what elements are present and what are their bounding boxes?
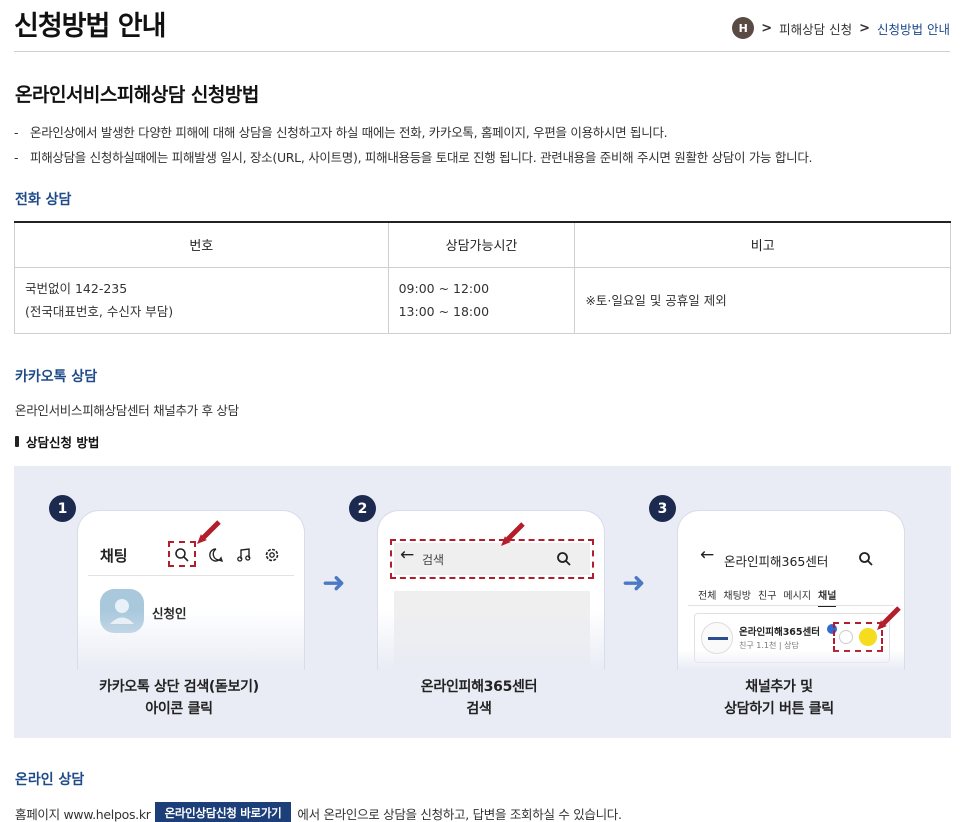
step-number: 2: [349, 495, 376, 522]
breadcrumb: H > 피해상담 신청 > 신청방법 안내: [732, 17, 950, 39]
caption-line: 검색: [466, 701, 492, 717]
section-title: 온라인서비스피해상담 신청방법: [15, 84, 259, 106]
kakao-steps-illustration: 1 채팅 신청인 카카오톡 상단 검색(돋보기) 아이콘 클릭 ➜ 2 ←: [14, 466, 951, 738]
phone-number-note: (전국대표번호, 수신자 부담): [25, 304, 174, 319]
tab-chatroom: 채팅방: [723, 591, 752, 602]
arrow-right-icon: ➜: [622, 566, 646, 599]
online-consult-button[interactable]: 온라인상담신청 바로가기: [154, 802, 292, 822]
phone-mockup: 채팅 신청인: [77, 510, 305, 670]
result-tabs: 전체 채팅방 친구 메시지 채널: [698, 587, 837, 607]
chevron-right-icon: >: [859, 20, 871, 36]
step-number: 3: [649, 495, 676, 522]
title-divider: [14, 51, 950, 52]
caption-line: 채널추가 및: [745, 679, 813, 695]
step-1: 1 채팅 신청인 카카오톡 상단 검색(돋보기) 아이콘 클릭: [49, 466, 309, 738]
pointer-arrow-icon: [197, 520, 221, 544]
online-prefix: 홈페이지 www.helpos.kr: [15, 806, 151, 822]
phone-mockup: ← 검색: [377, 510, 605, 670]
caption-line: 카카오톡 상단 검색(돋보기): [99, 679, 259, 695]
bullet-bar-icon: [15, 436, 19, 447]
phone-mockup: ← 온라인피해365센터 전체 채팅방 친구 메시지 채널 온라인피해365센터…: [677, 510, 905, 670]
channel-name: 온라인피해365센터: [739, 627, 821, 638]
hours-morning: 09:00 ~ 12:00: [398, 281, 490, 296]
online-description: 홈페이지 www.helpos.kr 온라인상담신청 바로가기 에서 온라인으로…: [15, 802, 622, 822]
how-to-heading-text: 상담신청 방법: [26, 435, 100, 450]
kakao-description: 온라인서비스피해상담센터 채널추가 후 상담: [15, 403, 239, 418]
pointer-arrow-icon: [877, 606, 901, 630]
tab-messages: 메시지: [783, 591, 812, 602]
caption-line: 상담하기 버튼 클릭: [724, 701, 834, 717]
phone-table: 번호 상담가능시간 비고 국번없이 142-235 (전국대표번호, 수신자 부…: [14, 221, 951, 334]
table-header-row: 번호 상담가능시간 비고: [14, 221, 951, 268]
music-icon: [237, 548, 251, 562]
arrow-right-icon: ➜: [322, 566, 346, 599]
tab-all: 전체: [698, 591, 717, 602]
kakao-heading: 카카오톡 상담: [15, 369, 98, 385]
page-title: 신청방법 안내: [14, 11, 166, 42]
step-caption: 채널추가 및 상담하기 버튼 클릭: [649, 676, 909, 720]
tab-friends: 친구: [758, 591, 777, 602]
phone-heading: 전화 상담: [15, 192, 72, 208]
highlight-box: [390, 539, 594, 579]
tab-channel: 채널: [818, 587, 837, 607]
divider: [688, 605, 894, 606]
step-number: 1: [49, 495, 76, 522]
divider: [88, 575, 294, 576]
step-3: 3 ← 온라인피해365센터 전체 채팅방 친구 메시지 채널 온라인피해365…: [649, 466, 909, 738]
search-bar-text: 온라인피해365센터: [724, 554, 829, 569]
breadcrumb-item-current[interactable]: 신청방법 안내: [877, 19, 950, 38]
intro-line: - 피해상담을 신청하실때에는 피해발생 일시, 장소(URL, 사이트명), 피…: [14, 150, 813, 165]
column-header-number: 번호: [14, 221, 389, 268]
search-icon: [859, 552, 873, 566]
online-suffix: 에서 온라인으로 상담을 신청하고, 답변을 조회하실 수 있습니다.: [297, 806, 622, 822]
chat-header: 채팅: [100, 547, 128, 565]
gear-icon: [265, 548, 279, 562]
caption-line: 아이콘 클릭: [145, 701, 213, 717]
step-2: 2 ← 검색 온라인피해365센터 검색: [349, 466, 609, 738]
how-to-heading: 상담신청 방법: [15, 432, 99, 451]
new-chat-icon: [209, 548, 224, 563]
highlight-box: [168, 541, 196, 567]
phone-number-cell: 국번없이 142-235 (전국대표번호, 수신자 부담): [14, 266, 389, 334]
table-row: 국번없이 142-235 (전국대표번호, 수신자 부담) 09:00 ~ 12…: [14, 266, 951, 334]
pointer-arrow-icon: [501, 522, 525, 546]
step-caption: 카카오톡 상단 검색(돋보기) 아이콘 클릭: [49, 676, 309, 720]
breadcrumb-item-damage-consult[interactable]: 피해상담 신청: [779, 19, 852, 38]
phone-number: 국번없이 142-235: [25, 281, 128, 296]
intro-text: 온라인상에서 발생한 다양한 피해에 대해 상담을 신청하고자 하실 때에는 전…: [30, 125, 668, 140]
column-header-hours: 상담가능시간: [387, 221, 576, 268]
back-arrow-icon: ←: [700, 545, 715, 565]
intro-line: - 온라인상에서 발생한 다양한 피해에 대해 상담을 신청하고자 하실 때에는 …: [14, 125, 668, 140]
home-icon[interactable]: H: [732, 17, 755, 39]
column-header-note: 비고: [574, 221, 951, 268]
step-caption: 온라인피해365센터 검색: [349, 676, 609, 720]
intro-text: 피해상담을 신청하실때에는 피해발생 일시, 장소(URL, 사이트명), 피해…: [30, 150, 813, 165]
caption-line: 온라인피해365센터: [420, 679, 538, 695]
hours-afternoon: 13:00 ~ 18:00: [398, 304, 490, 319]
note-cell: ※토·일요일 및 공휴일 제외: [574, 266, 951, 334]
chevron-right-icon: >: [761, 20, 773, 36]
hours-cell: 09:00 ~ 12:00 13:00 ~ 18:00: [387, 266, 576, 334]
online-heading: 온라인 상담: [15, 772, 85, 788]
